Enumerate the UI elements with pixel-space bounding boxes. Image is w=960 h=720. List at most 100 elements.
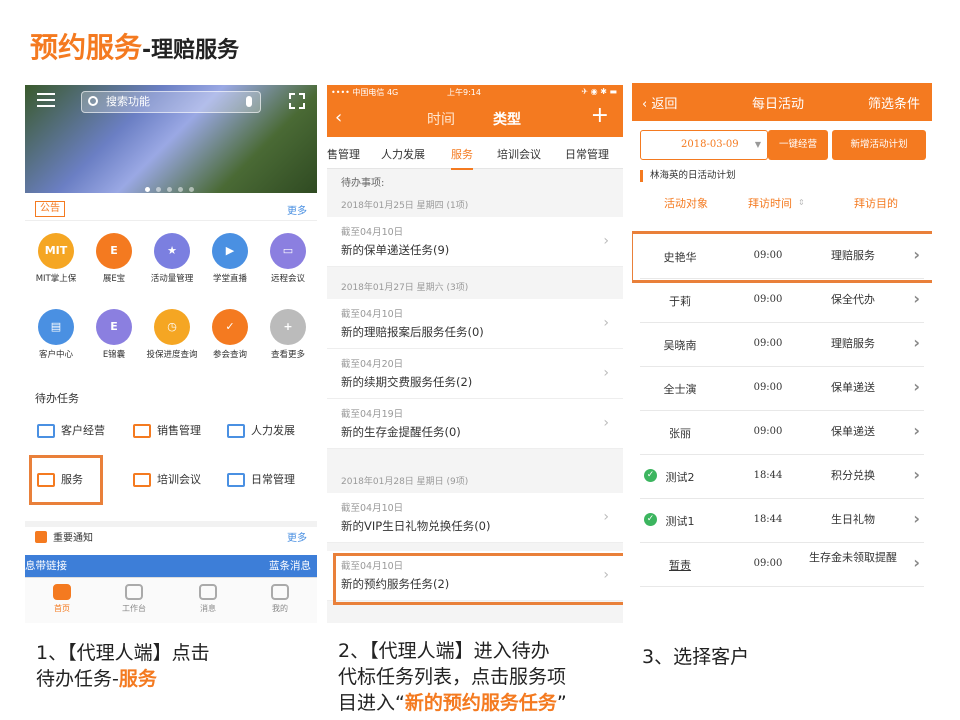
- bag-icon: E: [96, 309, 132, 345]
- notice-icon: [35, 531, 47, 543]
- announcement-bar[interactable]: 公告 更多: [25, 195, 317, 221]
- calendar-icon: [227, 473, 245, 487]
- task-customer-button[interactable]: 客户经营: [25, 412, 113, 450]
- clipboard-icon: [227, 424, 245, 438]
- carrier-text: •••• 中国电信 4G: [331, 88, 399, 97]
- date-section: 2018年01月28日 星期日 (9项): [327, 471, 623, 493]
- visit-purpose: 保全代办: [831, 293, 875, 306]
- message-icon: [199, 584, 217, 600]
- list-item[interactable]: 截至04月20日 新的续期交费服务任务(2) ›: [327, 349, 623, 399]
- video-icon: ▶: [212, 233, 248, 269]
- phone-home-screen: 搜索功能 公告 更多 MIT MIT掌上保 E 展E宝 ★ 活动量管理 ▶ 学堂直播 ▭ 远程会议…: [25, 85, 317, 623]
- function-tile[interactable]: E 展E宝: [85, 233, 143, 284]
- hero-banner: 搜索功能: [25, 85, 317, 193]
- workbench-icon: [125, 584, 143, 600]
- slide-subtitle: -理赔服务: [142, 38, 240, 63]
- notice-more-link[interactable]: 更多: [287, 529, 307, 544]
- function-label: 远程会议: [270, 274, 305, 284]
- slide-title-main: 预约服务: [30, 31, 143, 64]
- customer-row[interactable]: ✓ 测试1 18:44 生日礼物 ›: [640, 499, 924, 543]
- visit-time: 09:00: [753, 426, 783, 437]
- function-tile[interactable]: ✓ 参会查询: [201, 309, 259, 360]
- function-tile[interactable]: ▶ 学堂直播: [201, 233, 259, 284]
- tab-time[interactable]: 时间: [427, 109, 455, 129]
- task-sales-button[interactable]: 销售管理: [121, 412, 209, 450]
- visit-purpose: 生日礼物: [831, 513, 875, 526]
- task-training-button[interactable]: 培训会议: [121, 461, 209, 499]
- calendar-icon: ✓: [212, 309, 248, 345]
- microphone-icon[interactable]: [246, 96, 252, 107]
- one-click-button[interactable]: 一键经营: [768, 130, 828, 160]
- chevron-right-icon: ›: [913, 553, 920, 572]
- blue-message-bar[interactable]: 息带链接 蓝条消息: [25, 555, 317, 577]
- tab-service[interactable]: 服务: [451, 146, 473, 170]
- back-button[interactable]: ‹ 返回: [642, 93, 677, 112]
- col-target: 活动对象: [664, 197, 708, 210]
- list-item[interactable]: 截至04月10日 新的VIP生日礼物兑换任务(0) ›: [327, 493, 623, 543]
- visit-time: 18:44: [753, 470, 783, 481]
- function-tile[interactable]: ▭ 远程会议: [259, 233, 317, 284]
- back-icon[interactable]: ‹: [335, 107, 342, 128]
- function-label: 客户中心: [38, 350, 73, 360]
- chevron-right-icon: ›: [913, 509, 920, 528]
- visit-time: 09:00: [753, 558, 783, 569]
- function-label: 查看更多: [270, 350, 305, 360]
- function-tile[interactable]: E E锦囊: [85, 309, 143, 360]
- customer-row[interactable]: 吴晓南 09:00 理赔服务 ›: [640, 323, 924, 367]
- phone-daily-activity: ‹ 返回 每日活动 筛选条件 2018-03-09 ▼ 一键经营 新增活动计划 林…: [632, 83, 932, 623]
- tab-sales[interactable]: 售管理: [327, 146, 360, 162]
- date-select[interactable]: 2018-03-09 ▼: [640, 130, 768, 160]
- customer-row[interactable]: 于莉 09:00 保全代办 ›: [640, 279, 924, 323]
- function-label: MIT掌上保: [35, 274, 77, 284]
- user-icon: [271, 584, 289, 600]
- task-daily-button[interactable]: 日常管理: [215, 461, 303, 499]
- menu-icon[interactable]: [37, 93, 55, 107]
- home-icon: [53, 584, 71, 600]
- date-section: 2018年01月25日 星期四 (1项): [327, 195, 623, 217]
- filter-button[interactable]: 筛选条件: [868, 93, 920, 112]
- customer-row[interactable]: 全士演 09:00 保单递送 ›: [640, 367, 924, 411]
- col-time[interactable]: 拜访时间: [748, 195, 792, 211]
- chevron-right-icon: ›: [913, 421, 920, 440]
- chevron-down-icon: ▼: [754, 140, 761, 149]
- search-icon: [88, 96, 98, 106]
- list-item[interactable]: 截至04月10日 新的理赔报案后服务任务(0) ›: [327, 299, 623, 349]
- function-tile[interactable]: ▤ 客户中心: [27, 309, 85, 360]
- tab-workbench[interactable]: 工作台: [109, 584, 159, 614]
- column-headers: 活动对象 拜访时间 ⇕ 拜访目的: [632, 193, 932, 215]
- bottom-tabbar: 首页 工作台 消息 我的: [25, 577, 317, 623]
- function-tile[interactable]: + 查看更多: [259, 309, 317, 360]
- function-label: 学堂直播: [212, 274, 247, 284]
- status-bar: •••• 中国电信 4G 上午9:14 ✈ ◉ ✱ ▬: [327, 85, 623, 99]
- customer-row[interactable]: 张丽 09:00 保单递送 ›: [640, 411, 924, 455]
- customer-name: 测试2: [665, 471, 695, 484]
- visit-purpose: 保单递送: [831, 381, 875, 394]
- add-icon[interactable]: +: [591, 103, 609, 128]
- tab-type[interactable]: 类型: [493, 109, 521, 129]
- add-plan-button[interactable]: 新增活动计划: [832, 130, 926, 160]
- page-title: 每日活动: [752, 97, 805, 112]
- list-item[interactable]: 截至04月19日 新的生存金提醒任务(0) ›: [327, 399, 623, 449]
- function-tile[interactable]: ★ 活动量管理: [143, 233, 201, 284]
- notice-row[interactable]: 重要通知 更多: [25, 521, 317, 544]
- tab-messages[interactable]: 消息: [183, 584, 233, 614]
- carousel-dots[interactable]: [145, 177, 200, 196]
- visit-time: 09:00: [753, 294, 783, 305]
- tab-home[interactable]: 首页: [37, 584, 87, 614]
- tab-profile[interactable]: 我的: [255, 584, 305, 614]
- scan-icon[interactable]: [289, 93, 305, 109]
- function-tile[interactable]: ◷ 投保进度查询: [143, 309, 201, 360]
- tab-training[interactable]: 培训会议: [497, 146, 541, 162]
- task-hr-button[interactable]: 人力发展: [215, 412, 303, 450]
- search-input[interactable]: 搜索功能: [81, 91, 261, 113]
- list-item[interactable]: 截至04月10日 新的保单递送任务(9) ›: [327, 217, 623, 267]
- customer-row[interactable]: ✓ 测试2 18:44 积分兑换 ›: [640, 455, 924, 499]
- tab-hr[interactable]: 人力发展: [381, 146, 425, 162]
- sort-icon[interactable]: ⇕: [798, 198, 805, 207]
- tab-daily[interactable]: 日常管理: [565, 146, 609, 162]
- function-tile[interactable]: MIT MIT掌上保: [27, 233, 85, 284]
- more-link[interactable]: 更多: [287, 202, 307, 217]
- visit-time: 09:00: [753, 338, 783, 349]
- customer-row[interactable]: 暂责 09:00 生存金未领取提醒 ›: [640, 543, 924, 587]
- bar-chart-icon: [133, 424, 151, 438]
